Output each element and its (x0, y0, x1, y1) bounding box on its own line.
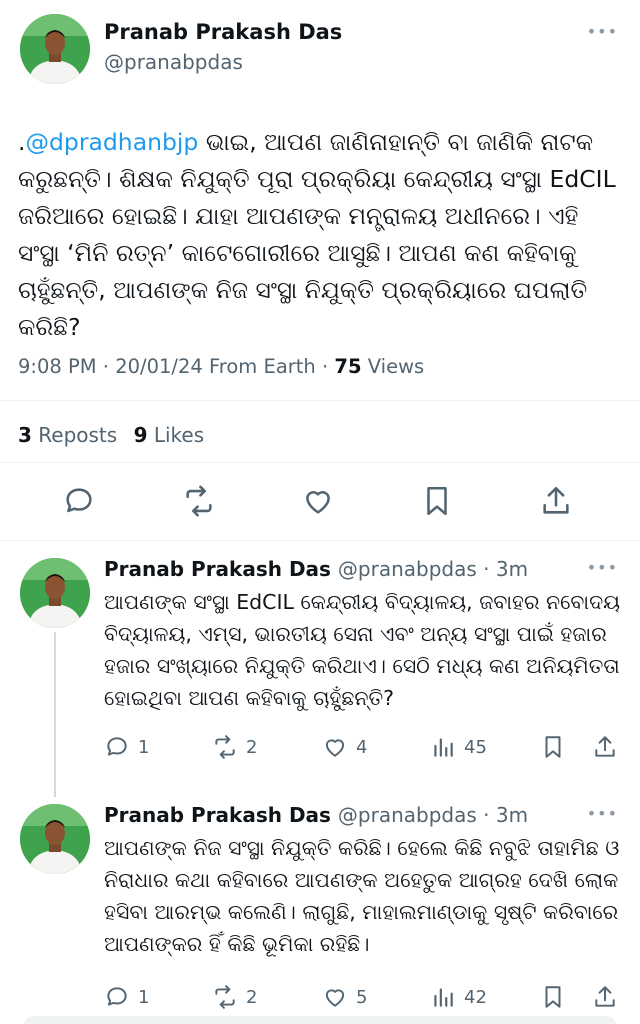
like-count: 5 (356, 986, 368, 1008)
bookmark-button[interactable] (540, 734, 566, 760)
tweet-time[interactable]: 9:08 PM (18, 355, 97, 378)
bookmark-icon (545, 986, 561, 1008)
author-name: Pranab Prakash Das (104, 557, 331, 581)
bookmark-icon (427, 486, 447, 516)
like-button[interactable]: 5 (322, 984, 367, 1010)
reply-tweet[interactable]: Pranab Prakash Das @pranabpdas · 3m ••• … (0, 786, 640, 1024)
author-handle-time: @pranabpdas · 3m (337, 803, 529, 827)
tweet-meta: 9:08 PM · 20/01/24 From Earth · 75 Views (18, 355, 424, 378)
reply-action-bar: 1 2 5 42 (104, 984, 624, 1014)
views-count: 42 (464, 986, 487, 1008)
bookmark-button[interactable] (420, 484, 456, 520)
tweet-text: .@dpradhanbjp ଭାଇ, ଆପଣ ଜାଣିନାହାନ୍ତି ବା ଜ… (18, 124, 624, 346)
divider (0, 462, 640, 463)
bookmark-icon (545, 736, 561, 758)
like-count: 4 (356, 736, 368, 758)
share-button[interactable] (592, 984, 618, 1010)
repost-button[interactable]: 2 (212, 984, 257, 1010)
tweet-source: From Earth (208, 355, 316, 378)
avatar-image (20, 558, 90, 628)
avatar[interactable] (20, 14, 90, 84)
reply-count: 1 (138, 736, 150, 758)
views-button[interactable]: 45 (430, 734, 487, 760)
likes-label: Likes (153, 423, 205, 447)
repost-button[interactable] (182, 484, 218, 520)
reposts-label: Reposts (38, 423, 118, 447)
mention-link[interactable]: @dpradhanbjp (25, 128, 198, 156)
like-button[interactable] (301, 484, 337, 520)
author-handle-time: @pranabpdas · 3m (337, 557, 529, 581)
repost-arrows-icon (215, 985, 235, 1009)
views-count: 75 (334, 355, 362, 378)
views-button[interactable]: 42 (430, 984, 487, 1010)
repost-arrows-icon (215, 735, 235, 759)
more-options-button[interactable]: ••• (587, 558, 618, 577)
views-label: Views (367, 355, 425, 378)
reply-count: 1 (138, 986, 150, 1008)
reply-button[interactable] (62, 484, 98, 520)
bookmark-button[interactable] (540, 984, 566, 1010)
meta-separator: · (322, 355, 335, 378)
reply-bubble-icon (66, 488, 92, 513)
author-name[interactable]: Pranab Prakash Das (104, 20, 342, 44)
bar-chart-icon (434, 988, 453, 1007)
ellipsis-icon: ••• (586, 558, 618, 577)
compose-reply-bar[interactable] (24, 1016, 616, 1024)
more-options-button[interactable]: ••• (587, 22, 618, 41)
reply-bubble-icon (107, 987, 127, 1006)
reply-text: ଆପଣଙ୍କ ସଂସ୍ଥା EdCIL କେନ୍ଦ୍ରୀୟ ବିଦ୍ୟାଳୟ, … (104, 590, 621, 710)
reply-bubble-icon (107, 737, 127, 756)
divider (0, 400, 640, 401)
heart-icon (325, 739, 345, 757)
bar-chart-icon (434, 738, 453, 757)
author-name: Pranab Prakash Das (104, 803, 331, 827)
meta-separator: · (102, 355, 116, 378)
share-upload-icon (595, 736, 615, 757)
tweet-text-body: ଭାଇ, ଆପଣ ଜାଣିନାହାନ୍ତି ବା ଜାଣିକି ନାଟକ କରୁ… (18, 128, 616, 341)
avatar[interactable] (20, 558, 90, 628)
author-handle[interactable]: @pranabpdas (104, 50, 243, 74)
share-upload-icon (595, 986, 615, 1007)
ellipsis-icon: ••• (586, 804, 618, 823)
heart-icon (325, 989, 345, 1007)
share-button[interactable] (539, 484, 575, 520)
share-button[interactable] (592, 734, 618, 760)
views-count: 45 (464, 736, 487, 758)
reply-button[interactable]: 1 (104, 734, 149, 760)
ellipsis-icon: ••• (586, 22, 618, 41)
avatar-image (20, 804, 90, 874)
reply-author[interactable]: Pranab Prakash Das @pranabpdas · 3m (104, 557, 528, 581)
tweet-date[interactable]: 20/01/24 (115, 355, 203, 378)
reply-action-bar: 1 2 4 45 (104, 734, 624, 764)
repost-button[interactable]: 2 (212, 734, 257, 760)
reposts-stat[interactable]: 3 Reposts (18, 423, 117, 447)
repost-arrows-icon (186, 485, 212, 517)
heart-icon (306, 491, 330, 514)
likes-count: 9 (133, 423, 148, 447)
repost-count: 2 (246, 736, 258, 758)
reply-button[interactable]: 1 (104, 984, 149, 1010)
avatar-image (20, 14, 90, 84)
reposts-count: 3 (18, 423, 32, 447)
more-options-button[interactable]: ••• (587, 804, 618, 823)
like-button[interactable]: 4 (322, 734, 367, 760)
engagement-stats: 3 Reposts 9 Likes (18, 423, 204, 447)
main-tweet: Pranab Prakash Das @pranabpdas ••• .@dpr… (0, 0, 640, 540)
reply-author[interactable]: Pranab Prakash Das @pranabpdas · 3m (104, 803, 528, 827)
repost-count: 2 (246, 986, 258, 1008)
avatar[interactable] (20, 804, 90, 874)
reply-text: ଆପଣଙ୍କ ନିଜ ସଂସ୍ଥା ନିଯୁକ୍ତି କରିଛି। ହେଲେ କ… (104, 836, 620, 956)
likes-stat[interactable]: 9 Likes (134, 423, 205, 447)
reply-tweet[interactable]: Pranab Prakash Das @pranabpdas · 3m ••• … (0, 540, 640, 794)
share-upload-icon (543, 486, 569, 514)
tweet-action-bar (0, 484, 640, 524)
